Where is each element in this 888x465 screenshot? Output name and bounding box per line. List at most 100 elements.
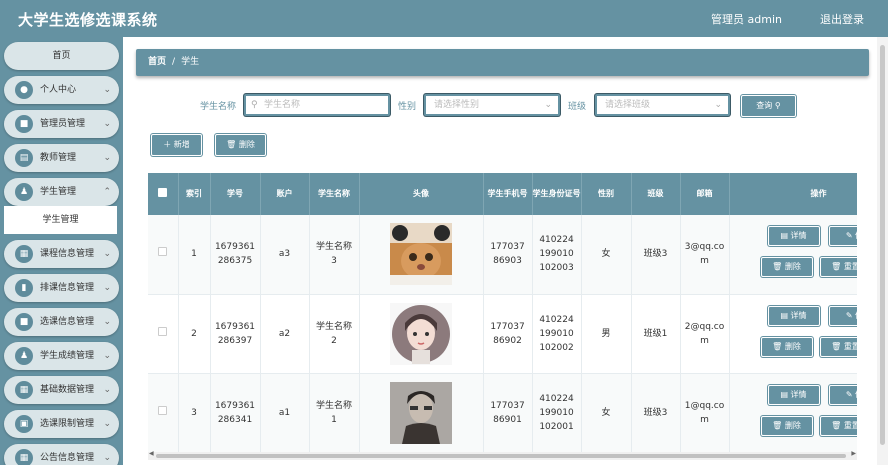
row-checkbox-cell[interactable] [148, 215, 179, 295]
delete-button[interactable]: 🗑 删除 [215, 134, 266, 156]
detail-button[interactable]: ▤ 详情 [767, 226, 820, 247]
row-checkbox-cell[interactable] [148, 294, 179, 374]
sidebar-item-restrictions[interactable]: ▣ 选课限制管理 ⌄ [4, 410, 119, 438]
column-header[interactable]: 账户 [260, 173, 310, 215]
edit-button[interactable]: ✎ 修 [828, 384, 857, 405]
gender-cell: 男 [581, 294, 632, 374]
user-group-icon: ♟ [15, 347, 33, 365]
query-button[interactable]: 查询 ⚲ [741, 95, 796, 117]
column-header[interactable]: 学生名称 [309, 173, 360, 215]
row-checkbox[interactable] [158, 326, 168, 336]
chevron-down-icon: ⌄ [714, 100, 722, 110]
sidebar-item-grades[interactable]: ♟ 学生成绩管理 ⌄ [4, 342, 119, 370]
scroll-left-icon[interactable]: ◀ [149, 450, 154, 457]
table-row[interactable]: 3 1679361286341 a1 学生名称1 17703786901 410… [148, 373, 857, 453]
grid-icon: ▦ [15, 381, 33, 399]
edit-button-label: 修 [855, 390, 857, 399]
id-card-cell: 410224199010102002 [532, 294, 582, 374]
edit-button[interactable]: ✎ 修 [828, 226, 857, 247]
breadcrumb: 首页 / 学生 [136, 49, 869, 76]
detail-button[interactable]: ▤ 详情 [767, 384, 820, 405]
student-no-cell: 1679361286397 [210, 294, 261, 374]
column-header[interactable]: 性别 [581, 173, 632, 215]
chevron-down-icon: ⌄ [544, 100, 552, 110]
sidebar-item-teacher[interactable]: ▤ 教师管理 ⌄ [4, 144, 119, 172]
class-cell: 班级3 [631, 373, 681, 453]
logout-link[interactable]: 退出登录 [820, 11, 864, 27]
detail-button-label: 详情 [790, 231, 807, 241]
chevron-down-icon: ⌄ [103, 385, 111, 395]
trash-icon: 🗑 [772, 341, 785, 351]
sidebar-subitem-student-management[interactable]: 学生管理 [4, 206, 117, 234]
detail-button-label: 详情 [790, 310, 807, 320]
gender-cell: 女 [581, 373, 632, 453]
sidebar-item-label: 学生管理 [40, 187, 77, 197]
reset-button-label: 重置 [843, 420, 857, 430]
gender-select[interactable]: 请选择性别 ⌄ [424, 94, 560, 116]
sidebar-item-label: 学生成绩管理 [40, 351, 95, 361]
breadcrumb-home[interactable]: 首页 [148, 57, 166, 67]
column-header[interactable]: 班级 [631, 173, 681, 215]
sidebar: 首页 ● 个人中心 ⌄ ■ 管理员管理 ⌄ ▤ 教师管理 ⌄ ♟ 学生管理 ⌃ … [0, 37, 123, 465]
class-select[interactable]: 请选择班级 ⌄ [595, 94, 730, 116]
sidebar-item-personal-center[interactable]: ● 个人中心 ⌄ [4, 76, 119, 104]
sidebar-item-label: 排课信息管理 [40, 283, 95, 293]
column-header[interactable]: 索引 [178, 173, 211, 215]
chevron-down-icon: ⌄ [103, 419, 111, 429]
select-all-checkbox-cell[interactable] [148, 173, 179, 215]
horizontal-scrollbar[interactable]: ◀ ▶ [148, 450, 857, 460]
trash-icon: 🗑 [831, 420, 844, 430]
student-name-input[interactable]: ⚲ 学生名称 [244, 94, 390, 116]
row-checkbox[interactable] [158, 247, 168, 257]
email-cell: 3@qq.com [680, 215, 730, 295]
add-button[interactable]: ＋ 新增 [151, 134, 202, 156]
column-header[interactable]: 学号 [210, 173, 261, 215]
reset-button[interactable]: 🗑 重置 [819, 257, 857, 278]
reset-button-label: 重置 [843, 262, 857, 272]
column-header[interactable]: 邮箱 [680, 173, 730, 215]
sidebar-item-label: 管理员管理 [40, 119, 86, 129]
chevron-up-icon: ⌃ [103, 187, 111, 197]
row-delete-button[interactable]: 🗑 删除 [760, 336, 813, 357]
edit-icon: ✎ [845, 310, 856, 320]
cat-avatar [390, 223, 452, 286]
row-delete-button[interactable]: 🗑 删除 [760, 257, 813, 278]
scroll-right-icon[interactable]: ▶ [851, 450, 856, 457]
add-button-label: 新增 [173, 140, 190, 149]
sidebar-item-admin[interactable]: ■ 管理员管理 ⌄ [4, 110, 119, 138]
vertical-scrollbar[interactable] [877, 37, 888, 465]
reset-button[interactable]: 🗑 重置 [819, 415, 857, 436]
reset-button[interactable]: 🗑 重置 [819, 336, 857, 357]
edit-button[interactable]: ✎ 修 [828, 305, 857, 326]
row-delete-button[interactable]: 🗑 删除 [760, 415, 813, 436]
row-checkbox-cell[interactable] [148, 373, 179, 453]
operations-cell: ▤ 详情 ✎ 修 🗑 删除 🗑 重置 [729, 294, 857, 374]
gender-placeholder: 请选择性别 [434, 100, 480, 110]
sidebar-item-label: 教师管理 [40, 153, 77, 163]
horizontal-scroll-thumb[interactable] [156, 454, 846, 458]
document-icon: ▤ [780, 310, 791, 320]
sidebar-item-home[interactable]: 首页 [4, 42, 119, 70]
column-header[interactable]: 学生手机号 [483, 173, 533, 215]
delete-button-label: 删除 [238, 140, 255, 149]
sidebar-item-base-data[interactable]: ▦ 基础数据管理 ⌄ [4, 376, 119, 404]
select-all-checkbox[interactable] [158, 187, 168, 197]
student-no-cell: 1679361286375 [210, 215, 261, 295]
vertical-scroll-thumb[interactable] [880, 45, 885, 445]
table-row[interactable]: 1 1679361286375 a3 学生名称3 17703786903 410… [148, 215, 857, 295]
sidebar-item-selection[interactable]: ■ 选课信息管理 ⌄ [4, 308, 119, 336]
account-cell: a3 [260, 215, 310, 295]
row-checkbox[interactable] [158, 405, 168, 415]
detail-button[interactable]: ▤ 详情 [767, 305, 820, 326]
sidebar-item-course-info[interactable]: ▦ 课程信息管理 ⌄ [4, 240, 119, 268]
sidebar-item-announcements[interactable]: ▦ 公告信息管理 ⌄ [4, 444, 119, 465]
table-row[interactable]: 2 1679361286397 a2 学生名称2 17703786902 410… [148, 294, 857, 374]
column-header[interactable]: 头像 [359, 173, 484, 215]
briefcase-icon: ■ [15, 313, 33, 331]
reset-button-label: 重置 [843, 341, 857, 351]
column-header[interactable]: 学生身份证号 [532, 173, 582, 215]
sidebar-item-schedule[interactable]: ▮ 排课信息管理 ⌄ [4, 274, 119, 302]
document-icon: ▤ [780, 231, 791, 241]
sidebar-item-student[interactable]: ♟ 学生管理 ⌃ [4, 178, 119, 206]
email-cell: 1@qq.com [680, 373, 730, 453]
